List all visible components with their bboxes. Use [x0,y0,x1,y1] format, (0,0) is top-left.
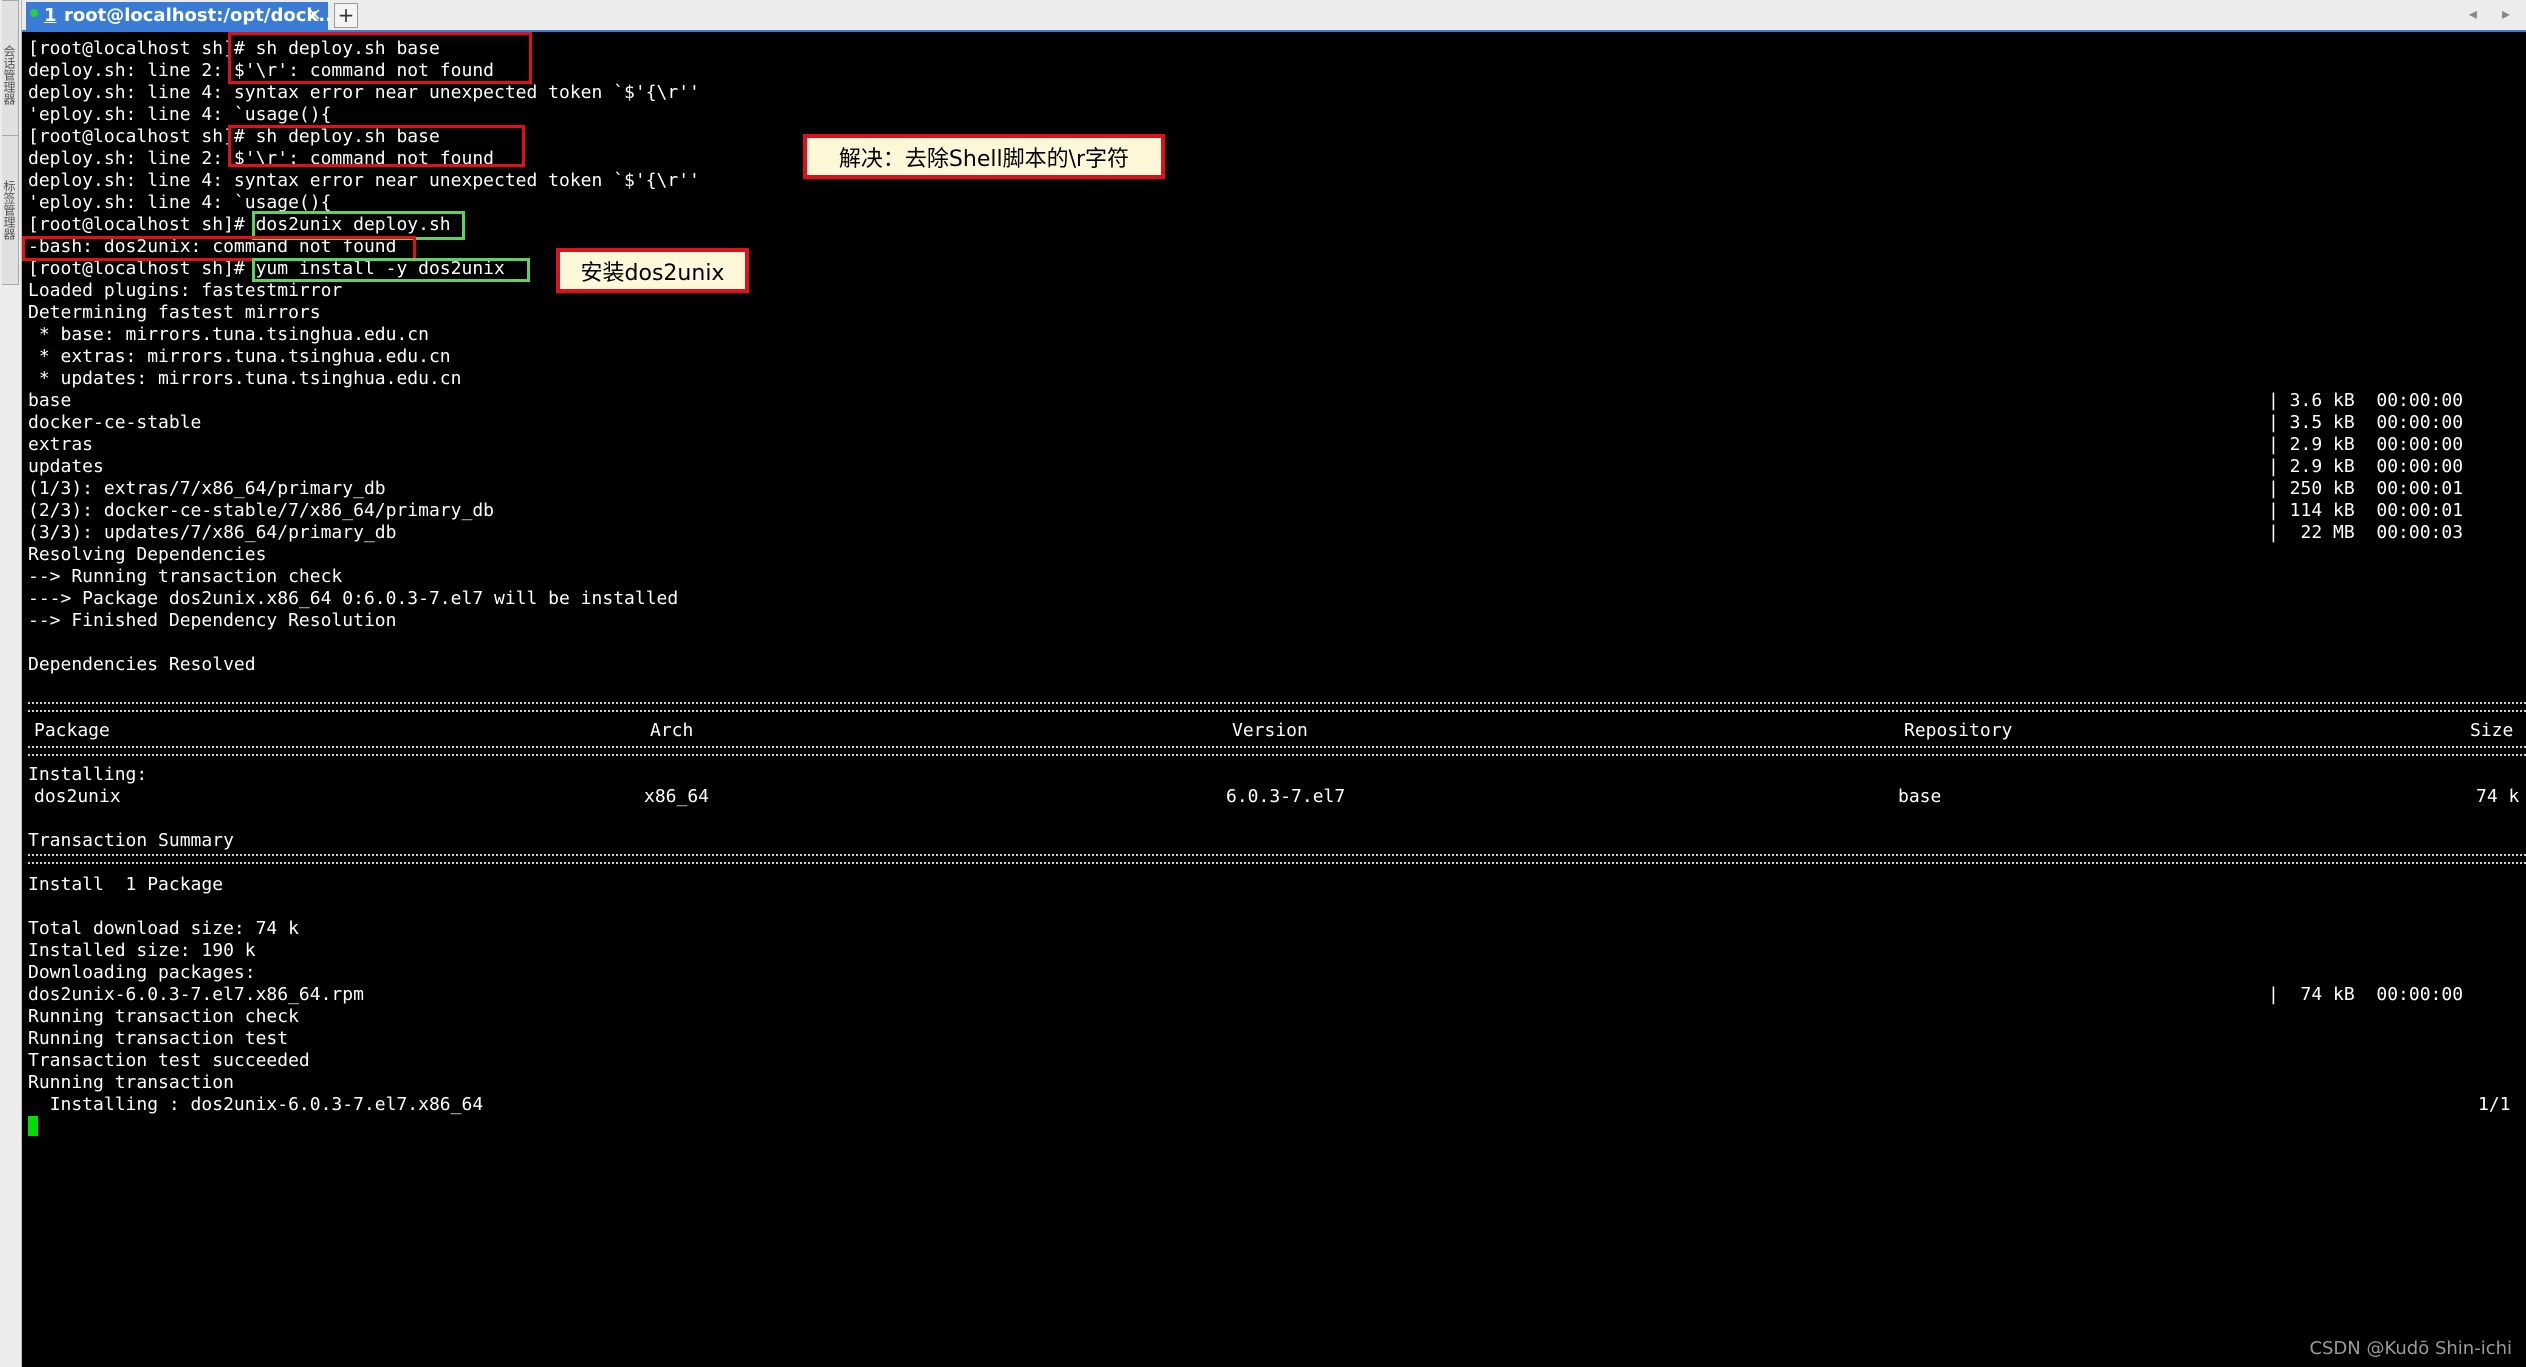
tab-manager-tab[interactable]: 标签管理器 [2,135,19,285]
terminal-line: Resolving Dependencies [28,544,267,565]
terminal-line: deploy.sh: line 2: $'\r': command not fo… [28,148,494,169]
close-icon[interactable]: × [307,4,322,25]
side-panel: 会话管理器 标签管理器 [0,0,22,1367]
install-progress: 1/1 [2478,1094,2511,1115]
col-size: Size [2470,720,2514,741]
terminal-line: Installed size: 190 k [28,940,256,961]
terminal-line: Transaction Summary [28,830,234,851]
cell-size: 74 k [2476,786,2520,807]
callout-fix-note: 解决：去除Shell脚本的\r字符 [803,134,1165,179]
terminal-line: 'eploy.sh: line 4: `usage(){ [28,104,332,125]
repo-stat: | 250 kB 00:00:01 [2268,478,2464,499]
terminal-line: [root@localhost sh]# dos2unix deploy.sh [28,214,451,235]
terminal-line: --> Running transaction check [28,566,343,587]
terminal-line: Loaded plugins: fastestmirror [28,280,343,301]
terminal-line: Running transaction check [28,1006,299,1027]
terminal-line: Running transaction [28,1072,234,1093]
cell-version: 6.0.3-7.el7 [1226,786,1346,807]
cell-arch: x86_64 [644,786,710,807]
terminal-line: Dependencies Resolved [28,654,256,675]
terminal-line: Determining fastest mirrors [28,302,321,323]
terminal-line: ---> Package dos2unix.x86_64 0:6.0.3-7.e… [28,588,679,609]
repo-stat: | 22 MB 00:00:03 [2268,522,2464,543]
col-version: Version [1232,720,1308,741]
terminal-line: * updates: mirrors.tuna.tsinghua.edu.cn [28,368,462,389]
terminal-line: [root@localhost sh]# sh deploy.sh base [28,126,440,147]
watermark: CSDN @Kudō Shin-ichi [2309,1338,2512,1359]
new-tab-button[interactable]: + [334,3,358,28]
callout-install-note: 安装dos2unix [556,248,749,293]
cell-repository: base [1898,786,1942,807]
terminal-line: Downloading packages: [28,962,256,983]
repo-stat: | 114 kB 00:00:01 [2268,500,2464,521]
repo-stat: | 2.9 kB 00:00:00 [2268,456,2464,477]
tab-scroll-arrows-icon[interactable]: ◂ ▸ [2469,4,2520,23]
terminal-line: Total download size: 74 k [28,918,299,939]
table-separator [28,702,2526,712]
terminal-line: Installing: [28,764,148,785]
table-separator [28,746,2526,756]
tab-number: 1 [44,5,57,26]
terminal-line: dos2unix-6.0.3-7.el7.x86_64.rpm [28,984,364,1005]
repo-stat: | 2.9 kB 00:00:00 [2268,434,2464,455]
terminal-line: (1/3): extras/7/x86_64/primary_db [28,478,386,499]
terminal-line: 'eploy.sh: line 4: `usage(){ [28,192,332,213]
terminal-line: Installing : dos2unix-6.0.3-7.el7.x86_64 [28,1094,484,1115]
terminal-line: extras [28,434,94,455]
terminal-line: (3/3): updates/7/x86_64/primary_db [28,522,397,543]
table-header: Package Arch Version Repository Size [28,720,2518,742]
session-manager-tab[interactable]: 会话管理器 [2,0,19,150]
table-separator [28,854,2526,864]
col-repository: Repository [1904,720,2013,741]
cell-package: dos2unix [34,786,121,807]
terminal-line: Install 1 Package [28,874,224,895]
repo-stat: | 3.5 kB 00:00:00 [2268,412,2464,433]
terminal-tab[interactable]: 1 root@localhost:/opt/dock... × [26,2,339,30]
terminal-line: Transaction test succeeded [28,1050,310,1071]
terminal-line: * extras: mirrors.tuna.tsinghua.edu.cn [28,346,451,367]
terminal-line: * base: mirrors.tuna.tsinghua.edu.cn [28,324,429,345]
terminal-line: Running transaction test [28,1028,289,1049]
terminal-line: updates [28,456,104,477]
terminal-line: [root@localhost sh]# yum install -y dos2… [28,258,505,279]
repo-stat: | 3.6 kB 00:00:00 [2268,390,2464,411]
terminal-line: base [28,390,72,411]
download-stat: | 74 kB 00:00:00 [2268,984,2464,1005]
terminal-line: deploy.sh: line 4: syntax error near une… [28,170,700,191]
terminal-line: deploy.sh: line 2: $'\r': command not fo… [28,60,494,81]
col-package: Package [34,720,110,741]
terminal-line: [root@localhost sh]# sh deploy.sh base [28,38,440,59]
terminal-line: --> Finished Dependency Resolution [28,610,397,631]
connection-status-icon [30,9,38,17]
tab-title: root@localhost:/opt/dock... [64,5,339,26]
tab-bar: 1 root@localhost:/opt/dock... × + ◂ ▸ [22,0,2526,32]
terminal-line: deploy.sh: line 4: syntax error near une… [28,82,700,103]
terminal-line: docker-ce-stable [28,412,202,433]
terminal-line: -bash: dos2unix: command not found [28,236,397,257]
terminal-cursor [28,1116,38,1136]
table-row: dos2unix x86_64 6.0.3-7.el7 base 74 k [28,786,2520,808]
terminal-line: (2/3): docker-ce-stable/7/x86_64/primary… [28,500,494,521]
terminal-output[interactable]: [root@localhost sh]# sh deploy.sh base d… [22,32,2526,1367]
col-arch: Arch [650,720,694,741]
